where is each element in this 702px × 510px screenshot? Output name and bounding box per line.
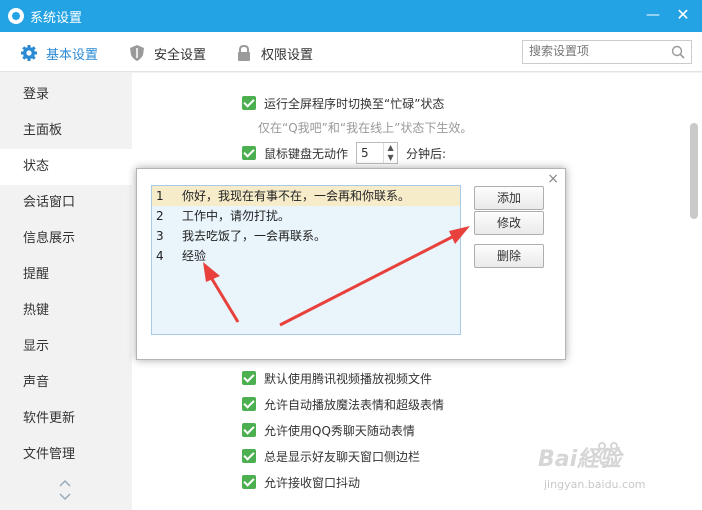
sidebar-item-sound[interactable]: 声音: [0, 365, 132, 401]
list-item-number: 1: [156, 189, 164, 203]
sidebar-item-status[interactable]: 状态: [0, 149, 132, 185]
sidebar-item-software-update[interactable]: 软件更新: [0, 401, 132, 437]
gear-icon: [21, 45, 37, 61]
checkbox-checked-icon[interactable]: [242, 475, 256, 489]
sidebar-item-chat-window[interactable]: 会话窗口: [0, 185, 132, 221]
list-item-text: 工作中，请勿打扰。: [182, 209, 291, 223]
idle-prefix-label: 鼠标键盘无动作: [264, 146, 349, 161]
sidebar-item-file-management[interactable]: 文件管理: [0, 437, 132, 473]
option-window-shake[interactable]: 允许接收窗口抖动: [242, 472, 360, 492]
auto-reply-dialog: × 1 你好，我现在有事不在，一会再和你联系。 2 工作中，请勿打扰。 3 我去…: [136, 168, 566, 360]
auto-reply-list[interactable]: 1 你好，我现在有事不在，一会再和你联系。 2 工作中，请勿打扰。 3 我去吃饭…: [151, 185, 461, 335]
watermark-brand: Bai経验: [538, 446, 624, 472]
option-label: 允许使用QQ秀聊天随动表情: [264, 423, 415, 438]
option-label: 总是显示好友聊天窗口侧边栏: [264, 449, 421, 464]
list-item-text: 你好，我现在有事不在，一会再和你联系。: [182, 189, 411, 203]
sidebar-item-display[interactable]: 显示: [0, 329, 132, 365]
tab-permission-settings[interactable]: 权限设置: [235, 43, 313, 63]
shield-icon: [130, 45, 144, 61]
tab-security-settings-label: 安全设置: [154, 47, 207, 63]
list-item[interactable]: 1 你好，我现在有事不在，一会再和你联系。: [152, 186, 460, 206]
idle-minutes-value[interactable]: 5: [357, 146, 383, 160]
settings-tab-bar: 基本设置 安全设置 权限设置: [0, 32, 702, 72]
checkbox-checked-icon[interactable]: [242, 371, 256, 385]
list-item[interactable]: 3 我去吃饭了，一会再联系。: [152, 226, 460, 246]
stepper-arrows-icon[interactable]: ▲ ▼: [383, 143, 397, 163]
watermark-url: jingyan.baidu.com: [544, 478, 646, 491]
edit-button[interactable]: 修改: [474, 211, 544, 235]
delete-button[interactable]: 删除: [474, 244, 544, 268]
idle-suffix-label: 分钟后:: [406, 146, 447, 161]
list-item-text: 经验: [182, 249, 207, 263]
search-icon[interactable]: [671, 45, 685, 59]
sidebar-item-login[interactable]: 登录: [0, 77, 132, 113]
title-bar: 系统设置 — ✕: [0, 0, 702, 32]
dialog-close-button[interactable]: ×: [547, 171, 559, 187]
tab-security-settings[interactable]: 安全设置: [128, 43, 206, 63]
fullscreen-busy-note: 仅在“Q我吧”和“我在线上”状态下生效。: [258, 121, 473, 135]
fullscreen-busy-label: 运行全屏程序时切换至“忙碌”状态: [264, 96, 445, 111]
sidebar-item-info-display[interactable]: 信息展示: [0, 221, 132, 257]
chevron-up-icon[interactable]: [58, 477, 72, 489]
minimize-button[interactable]: —: [642, 4, 664, 26]
checkbox-checked-icon[interactable]: [242, 397, 256, 411]
qq-logo-icon: [8, 8, 24, 24]
sidebar: 登录 主面板 状态 会话窗口 信息展示 提醒 热键 显示 声音 软件更新 文件管…: [0, 73, 132, 510]
list-item[interactable]: 4 经验: [152, 246, 460, 266]
checkbox-checked-icon[interactable]: [242, 449, 256, 463]
chevron-down-icon[interactable]: [58, 491, 72, 503]
option-tencent-video[interactable]: 默认使用腾讯视频播放视频文件: [242, 368, 432, 388]
option-magic-emoji[interactable]: 允许自动播放魔法表情和超级表情: [242, 394, 444, 414]
sidebar-item-reminder[interactable]: 提醒: [0, 257, 132, 293]
fullscreen-busy-option[interactable]: 运行全屏程序时切换至“忙碌”状态: [242, 93, 444, 113]
sidebar-item-hotkey[interactable]: 热键: [0, 293, 132, 329]
option-label: 默认使用腾讯视频播放视频文件: [264, 371, 433, 386]
idle-minutes-stepper[interactable]: 5 ▲ ▼: [356, 142, 399, 164]
tab-basic-settings-label: 基本设置: [46, 47, 99, 63]
list-item-number: 3: [156, 229, 164, 243]
baidu-jingyan-watermark: Bai経验 jingyan.baidu.com: [536, 440, 696, 500]
checkbox-checked-icon[interactable]: [242, 96, 256, 110]
checkbox-checked-icon[interactable]: [242, 146, 256, 160]
list-item[interactable]: 2 工作中，请勿打扰。: [152, 206, 460, 226]
checkbox-checked-icon[interactable]: [242, 423, 256, 437]
window-title: 系统设置: [30, 11, 83, 26]
tab-permission-settings-label: 权限设置: [261, 47, 314, 63]
list-item-text: 我去吃饭了，一会再联系。: [182, 229, 327, 243]
tab-basic-settings[interactable]: 基本设置: [20, 43, 98, 63]
sidebar-item-main-panel[interactable]: 主面板: [0, 113, 132, 149]
idle-option[interactable]: 鼠标键盘无动作 5 ▲ ▼ 分钟后:: [242, 142, 447, 164]
list-item-number: 4: [156, 249, 164, 263]
option-label: 允许自动播放魔法表情和超级表情: [264, 397, 445, 412]
list-item-number: 2: [156, 209, 164, 223]
add-button[interactable]: 添加: [474, 186, 544, 210]
search-box[interactable]: [522, 40, 692, 64]
option-chat-sidebar[interactable]: 总是显示好友聊天窗口侧边栏: [242, 446, 420, 466]
search-input[interactable]: [529, 44, 669, 58]
baidu-paw-logo: Bai経验: [538, 442, 624, 472]
content-scrollbar[interactable]: [690, 123, 698, 219]
lock-icon: [238, 44, 250, 61]
option-label: 允许接收窗口抖动: [264, 475, 361, 490]
option-qqshow-emoji[interactable]: 允许使用QQ秀聊天随动表情: [242, 420, 415, 440]
close-button[interactable]: ✕: [672, 4, 694, 26]
